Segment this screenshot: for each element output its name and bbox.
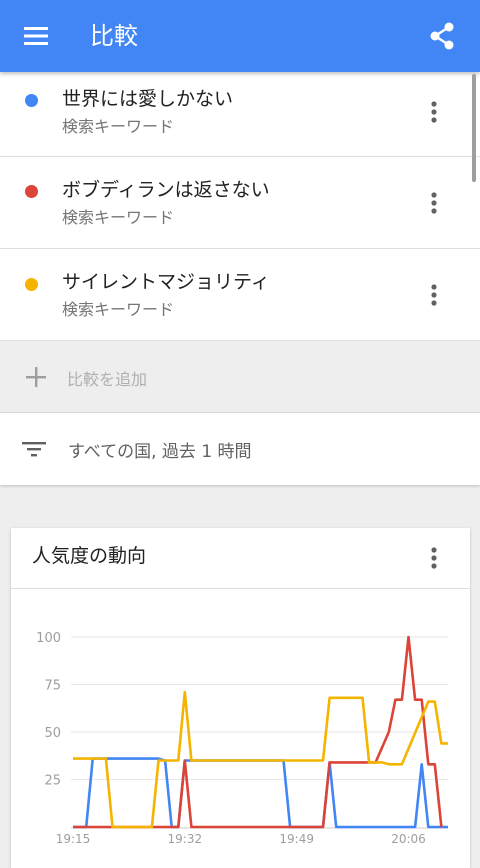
- term-item[interactable]: ボブディランは返さない 検索キーワード: [0, 157, 480, 249]
- term-more-button[interactable]: [418, 92, 450, 132]
- term-item[interactable]: 世界には愛しかない 検索キーワード: [0, 72, 480, 157]
- x-tick-label: 20:06: [391, 832, 426, 846]
- filter-row[interactable]: すべての国, 過去 1 時間: [0, 413, 480, 485]
- more-vert-icon: [431, 192, 437, 214]
- add-comparison-label: 比較を追加: [67, 370, 148, 389]
- series-color-dot: [25, 278, 38, 291]
- filter-icon: [22, 442, 46, 457]
- x-tick-label: 19:32: [168, 832, 203, 846]
- plus-icon: [22, 363, 50, 391]
- term-name: ボブディランは返さない: [62, 179, 270, 201]
- series-color-dot: [25, 185, 38, 198]
- compare-terms-list: 世界には愛しかない 検索キーワード ボブディランは返さない 検索キーワード サイ…: [0, 72, 480, 341]
- interest-over-time-card: 人気度の動向 100 75 50 25 19:15 19:32 19:49 20:06: [11, 528, 470, 868]
- card-title: 人気度の動向: [32, 545, 147, 567]
- more-vert-icon: [431, 101, 437, 123]
- app-bar: 比較: [0, 0, 480, 72]
- page-title: 比較: [90, 22, 138, 50]
- series-line-1: [73, 757, 448, 829]
- term-type: 検索キーワード: [62, 117, 175, 136]
- filter-label: すべての国, 過去 1 時間: [68, 442, 252, 462]
- share-icon: [430, 22, 454, 50]
- term-type: 検索キーワード: [62, 208, 175, 227]
- trend-chart: 100 75 50 25 19:15 19:32 19:49 20:06: [36, 631, 448, 846]
- more-vert-icon: [431, 284, 437, 306]
- add-comparison-button[interactable]: 比較を追加: [0, 341, 480, 413]
- menu-icon: [24, 27, 48, 45]
- card-more-button[interactable]: [418, 538, 450, 578]
- scrollbar[interactable]: [472, 74, 476, 182]
- y-tick-label: 75: [44, 679, 61, 694]
- term-name: 世界には愛しかない: [62, 88, 234, 110]
- x-tick-label: 19:49: [279, 832, 314, 846]
- term-more-button[interactable]: [418, 275, 450, 315]
- term-type: 検索キーワード: [62, 300, 175, 319]
- term-item[interactable]: サイレントマジョリティ 検索キーワード: [0, 249, 480, 341]
- y-tick-label: 50: [44, 726, 61, 741]
- term-more-button[interactable]: [418, 183, 450, 223]
- series-color-dot: [25, 94, 38, 107]
- more-vert-icon: [431, 547, 437, 569]
- y-tick-label: 25: [44, 774, 61, 789]
- x-tick-label: 19:15: [56, 832, 91, 846]
- term-name: サイレントマジョリティ: [62, 271, 270, 293]
- share-button[interactable]: [420, 14, 464, 58]
- menu-button[interactable]: [14, 16, 58, 56]
- y-tick-label: 100: [36, 631, 61, 646]
